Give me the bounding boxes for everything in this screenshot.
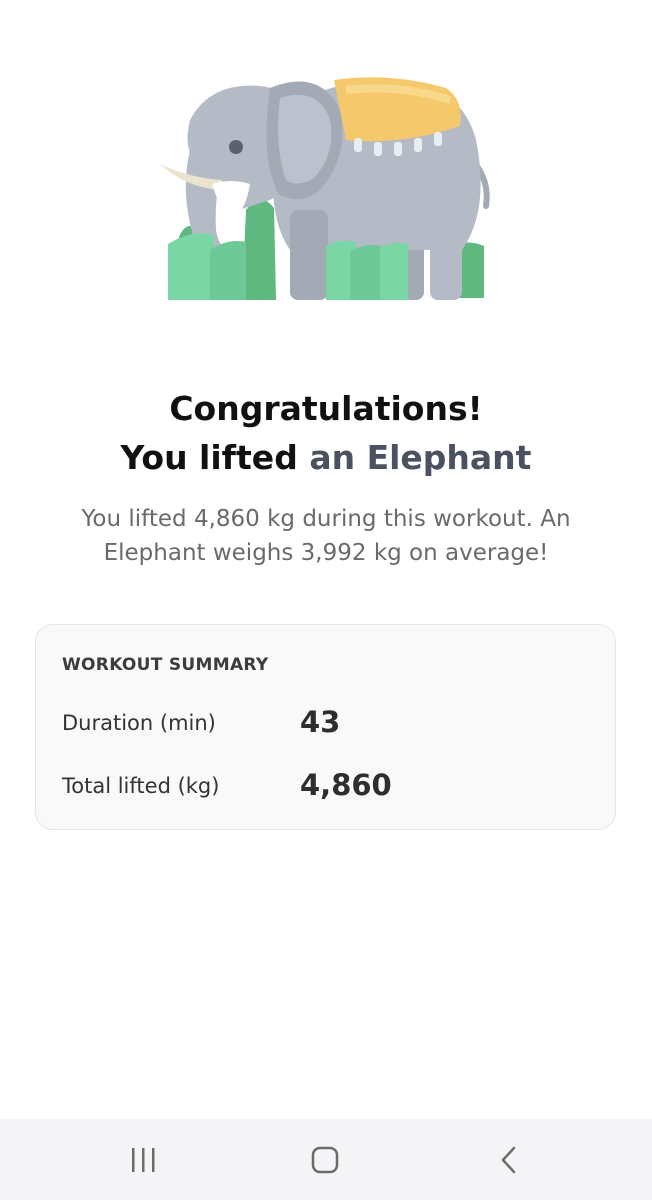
workout-summary-card: WORKOUT SUMMARY Duration (min) 43 Total …: [35, 624, 616, 830]
summary-title: WORKOUT SUMMARY: [62, 655, 269, 675]
home-button[interactable]: [295, 1139, 355, 1181]
back-icon: [501, 1146, 516, 1174]
total-lifted-value: 4,860: [300, 768, 392, 802]
recent-apps-icon: [132, 1148, 155, 1172]
recent-apps-button[interactable]: [113, 1139, 173, 1181]
duration-label: Duration (min): [62, 711, 216, 735]
elephant-icon: [160, 77, 490, 300]
workout-complete-screen: Congratulations! You lifted an Elephant …: [0, 0, 652, 1200]
headline-prefix: You lifted: [120, 438, 298, 477]
congratulations-heading: Congratulations! You lifted an Elephant: [0, 384, 652, 482]
back-button[interactable]: [479, 1139, 539, 1181]
system-nav-bar: [0, 1119, 652, 1200]
home-icon: [311, 1146, 339, 1174]
duration-value: 43: [300, 705, 341, 739]
headline-line2: You lifted an Elephant: [0, 433, 652, 482]
headline-line1: Congratulations!: [169, 389, 483, 428]
headline-accent: an Elephant: [309, 438, 532, 477]
total-lifted-label: Total lifted (kg): [62, 774, 220, 798]
lift-description: You lifted 4,860 kg during this workout.…: [81, 506, 571, 566]
